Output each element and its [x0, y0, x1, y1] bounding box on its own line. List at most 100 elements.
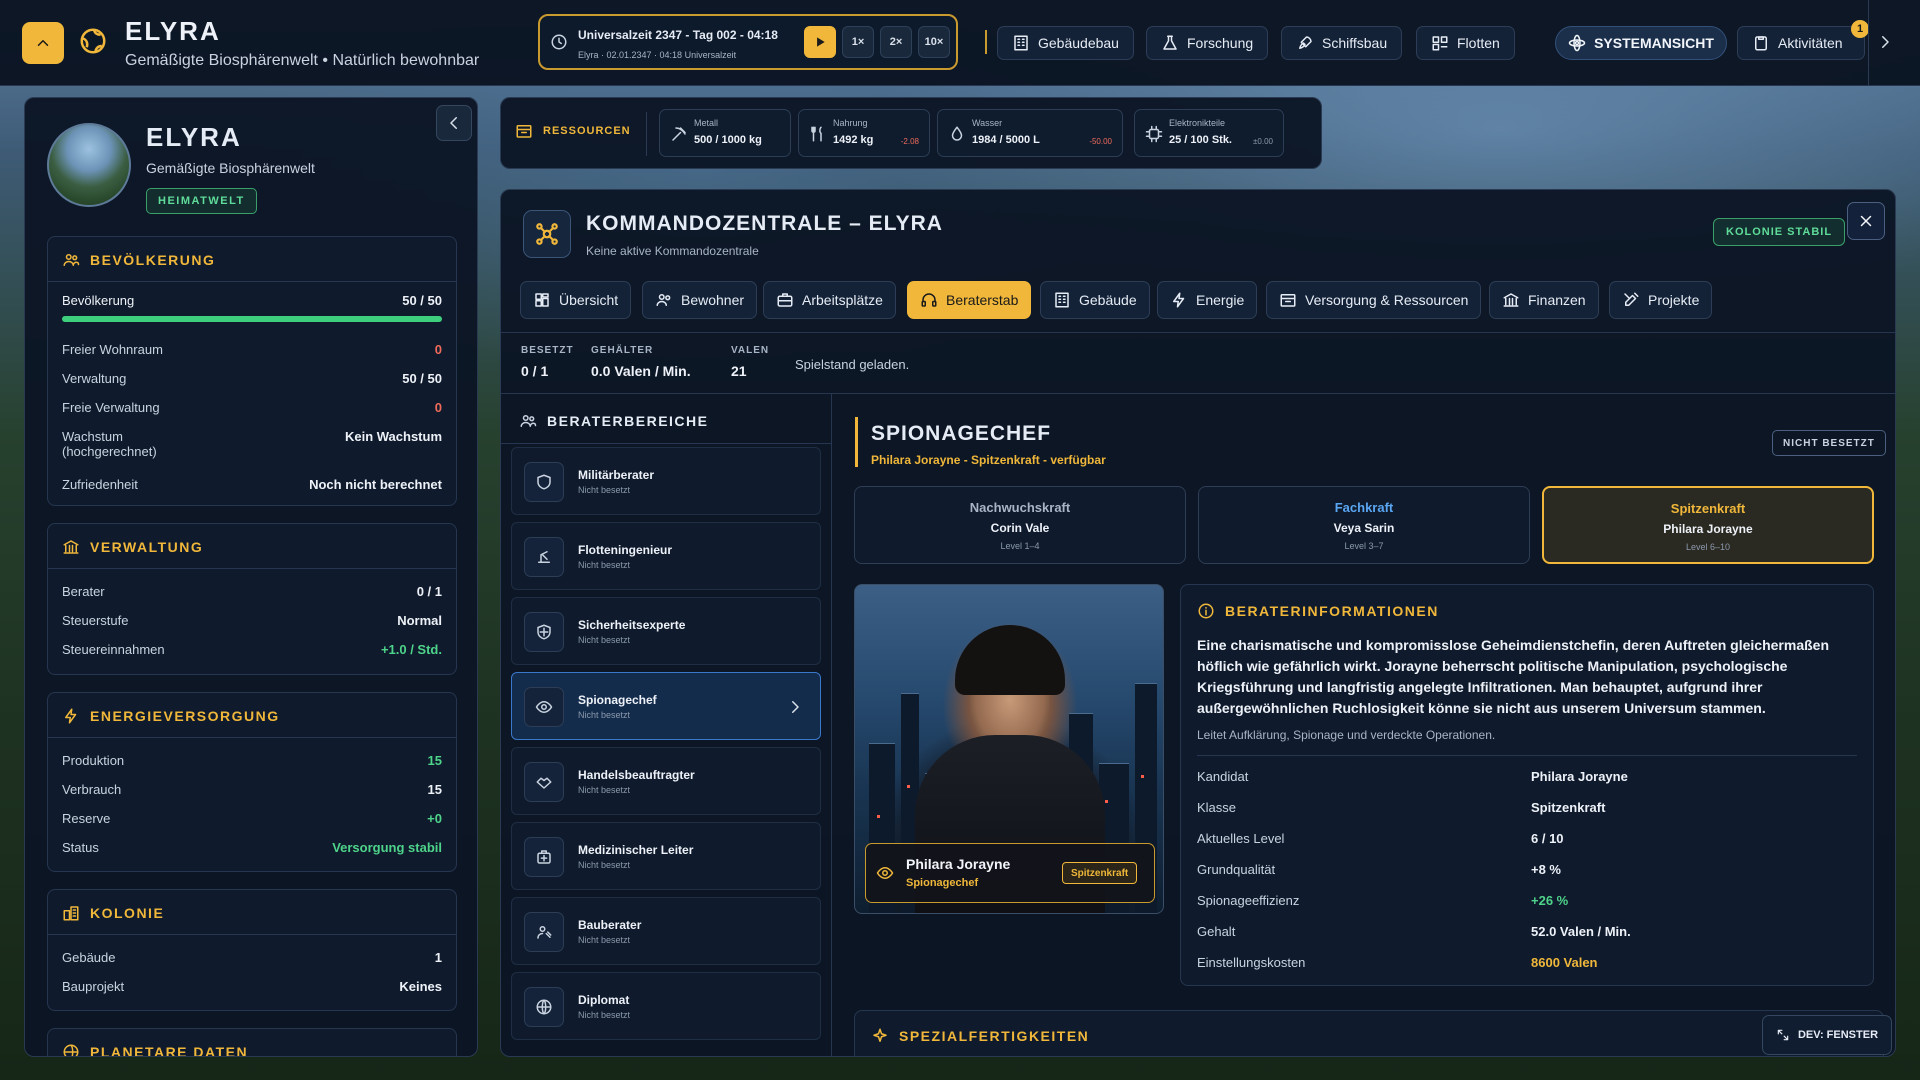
row-value: 0 — [434, 342, 442, 357]
resource-water[interactable]: Wasser 1984 / 5000 L -50.00 — [937, 109, 1123, 157]
speed-2x-button[interactable]: 2× — [880, 26, 912, 58]
tab-supply-resources[interactable]: Versorgung & Ressourcen — [1266, 281, 1482, 319]
special-skills-title: SPEZIALFERTIGKEITEN — [899, 1028, 1090, 1044]
nav-research-button[interactable]: Forschung — [1146, 26, 1269, 60]
tab-residents[interactable]: Bewohner — [642, 281, 758, 319]
tier-level: Level 3–7 — [1344, 541, 1384, 551]
not-occupied-badge: NICHT BESETZT — [1772, 430, 1886, 456]
info-row: Status Versorgung stabil — [62, 840, 442, 855]
tab-overview[interactable]: Übersicht — [520, 281, 632, 319]
row-label-line: Wachstum — [62, 429, 123, 444]
advisor-icon-box — [524, 687, 564, 727]
engineer-icon — [538, 551, 550, 563]
speed-1x-button[interactable]: 1× — [842, 26, 874, 58]
crate-icon — [1280, 294, 1296, 307]
tab-advisors[interactable]: Beraterstab — [907, 281, 1032, 319]
collapse-top-button[interactable] — [22, 22, 64, 64]
planet-data-card: PLANETARE DATEN — [47, 1028, 457, 1056]
advisor-detail-subtitle: Philara Jorayne - Spitzenkraft - verfügb… — [871, 453, 1106, 467]
headset-icon — [921, 293, 937, 307]
building-icon — [1055, 292, 1069, 308]
advisor-icon-box — [524, 762, 564, 802]
population-card: BEVÖLKERUNG Bevölkerung 50 / 50 Freier W… — [47, 236, 457, 506]
fork-knife-icon — [811, 126, 822, 142]
tier-card-top[interactable]: Spitzenkraft Philara Jorayne Level 6–10 — [1542, 486, 1874, 564]
advisor-item-construction[interactable]: Bauberater Nicht besetzt — [511, 897, 821, 965]
tab-projects[interactable]: Projekte — [1609, 281, 1713, 319]
tab-label: Gebäude — [1079, 292, 1137, 308]
clock-icon — [551, 34, 567, 50]
dev-window-button[interactable]: DEV: FENSTER — [1762, 1015, 1892, 1055]
homeworld-badge: HEIMATWELT — [146, 188, 257, 214]
play-button[interactable] — [804, 26, 836, 58]
eye-icon — [876, 867, 894, 879]
tier-card-junior[interactable]: Nachwuchskraft Corin Vale Level 1–4 — [854, 486, 1186, 564]
resource-electronics[interactable]: Elektronikteile 25 / 100 Stk. ±0.00 — [1134, 109, 1284, 157]
advisor-status: Nicht besetzt — [578, 635, 631, 645]
row-value: 8600 Valen — [1531, 955, 1598, 970]
handshake-icon — [536, 777, 552, 789]
tier-person: Corin Vale — [990, 521, 1050, 535]
tab-buildings[interactable]: Gebäude — [1040, 281, 1150, 319]
advisor-item-military[interactable]: Militärberater Nicht besetzt — [511, 447, 821, 515]
resource-value: 25 / 100 Stk. — [1169, 134, 1232, 146]
close-panel-button[interactable] — [1847, 202, 1885, 240]
portrait-nameplate: Philara Jorayne Spionagechef Spitzenkraf… — [865, 843, 1155, 903]
resource-value: 500 / 1000 kg — [694, 134, 762, 146]
row-label: Berater — [62, 584, 105, 599]
dev-window-label: DEV: FENSTER — [1797, 1029, 1879, 1041]
tools-icon — [1624, 292, 1639, 306]
advisor-item-security[interactable]: Sicherheitsexperte Nicht besetzt — [511, 597, 821, 665]
row-label: Wachstum (hochgerechnet) — [62, 429, 157, 459]
advisor-name: Militärberater — [578, 468, 655, 482]
row-label: Steuerstufe — [62, 613, 129, 628]
nav-fleets-button[interactable]: Flotten — [1416, 26, 1515, 60]
row-label: Reserve — [62, 811, 111, 826]
planet-subtitle: Gemäßigte Biosphärenwelt • Natürlich bew… — [125, 52, 480, 69]
advisor-icon-box — [524, 462, 564, 502]
resource-food[interactable]: Nahrung 1492 kg -2.08 — [798, 109, 930, 157]
people-icon — [63, 254, 80, 266]
advisor-item-diplomat[interactable]: Diplomat Nicht besetzt — [511, 972, 821, 1040]
city-light — [907, 785, 910, 788]
nav-building-button[interactable]: Gebäudebau — [997, 26, 1134, 60]
advisor-item-trade[interactable]: Handelsbeauftragter Nicht besetzt — [511, 747, 821, 815]
bank-icon — [1503, 293, 1519, 307]
collapse-sidebar-button[interactable] — [436, 105, 472, 141]
activities-button[interactable]: Aktivitäten — [1737, 26, 1865, 60]
special-skills-card: SPEZIALFERTIGKEITEN — [854, 1010, 1884, 1056]
panel-title: KOMMANDOZENTRALE – ELYRA — [586, 212, 943, 235]
advisor-item-fleet-engineer[interactable]: Flotteningenieur Nicht besetzt — [511, 522, 821, 590]
drop-icon — [951, 126, 963, 141]
resource-metal[interactable]: Metall 500 / 1000 kg — [659, 109, 791, 157]
chevron-right-icon[interactable] — [1876, 33, 1894, 51]
row-label: Aktuelles Level — [1197, 831, 1285, 846]
tier-card-specialist[interactable]: Fachkraft Veya Sarin Level 3–7 — [1198, 486, 1530, 564]
nav-shipbuild-button[interactable]: Schiffsbau — [1281, 26, 1403, 60]
divider — [1197, 755, 1857, 756]
status-message: Spielstand geladen. — [795, 357, 910, 372]
energy-title: ENERGIEVERSORGUNG — [90, 708, 280, 724]
advisor-status: Nicht besetzt — [578, 560, 631, 570]
briefcase-icon — [777, 293, 793, 307]
row-label: Freier Wohnraum — [62, 342, 163, 357]
tab-energy[interactable]: Energie — [1157, 281, 1258, 319]
energy-header: ENERGIEVERSORGUNG — [62, 707, 280, 725]
city-light — [1105, 800, 1108, 803]
tab-finances[interactable]: Finanzen — [1489, 281, 1599, 319]
divider — [48, 737, 456, 738]
advisor-item-medical[interactable]: Medizinischer Leiter Nicht besetzt — [511, 822, 821, 890]
divider — [48, 568, 456, 569]
city-light — [1141, 775, 1144, 778]
info-row: Reserve +0 — [62, 811, 442, 826]
speed-10x-button[interactable]: 10× — [918, 26, 950, 58]
info-row: Gebäude 1 — [62, 950, 442, 965]
rocket-icon — [1299, 36, 1312, 49]
tab-jobs[interactable]: Arbeitsplätze — [763, 281, 896, 319]
bolt-icon — [65, 708, 77, 724]
system-view-button[interactable]: SYSTEMANSICHT — [1555, 26, 1727, 60]
planet-sidebar: ELYRA Gemäßigte Biosphärenwelt HEIMATWEL… — [24, 97, 478, 1057]
info-row: Steuerstufe Normal — [62, 613, 442, 628]
divider — [501, 443, 831, 444]
advisor-item-spy-chief[interactable]: Spionagechef Nicht besetzt — [511, 672, 821, 740]
